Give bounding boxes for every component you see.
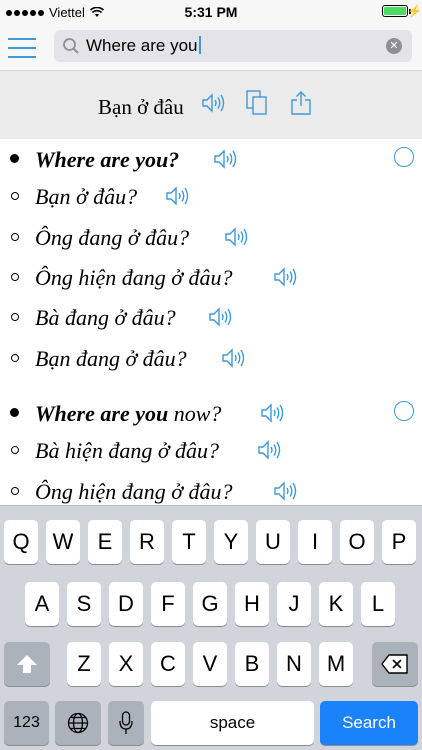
key-s[interactable]: S <box>67 582 101 626</box>
bullet-icon <box>11 313 19 321</box>
key-z[interactable]: Z <box>67 642 101 686</box>
key-a[interactable]: A <box>25 582 59 626</box>
speaker-icon[interactable] <box>257 440 281 460</box>
speaker-icon[interactable] <box>273 481 297 501</box>
key-t[interactable]: T <box>172 520 206 564</box>
list-item[interactable]: Bà hiện đang ở đâu? <box>0 430 422 470</box>
key-h[interactable]: H <box>235 582 269 626</box>
phrase-text: Bà đang ở đâu? <box>35 305 176 330</box>
status-time: 5:31 PM <box>184 4 238 20</box>
translation-text: Bạn ở đâu <box>98 95 184 119</box>
key-m[interactable]: M <box>319 642 353 686</box>
list-item[interactable]: Ông đang ở đâu? <box>0 217 422 257</box>
charging-icon: ⚡ <box>407 4 422 18</box>
copy-icon[interactable] <box>246 90 268 116</box>
list-item[interactable]: Bà đang ở đâu? <box>0 297 422 337</box>
key-o[interactable]: O <box>340 520 374 564</box>
search-key[interactable]: Search <box>320 701 418 745</box>
battery-icon <box>382 5 411 17</box>
key-w[interactable]: W <box>46 520 80 564</box>
bullet-icon <box>11 233 19 241</box>
key-v[interactable]: V <box>193 642 227 686</box>
bullet-icon <box>11 354 19 362</box>
microphone-icon <box>119 711 133 734</box>
speaker-icon[interactable] <box>260 403 284 423</box>
list-item[interactable]: Where are you now? <box>0 393 422 433</box>
bullet-icon <box>11 192 19 200</box>
search-input[interactable]: Where are you <box>86 36 201 56</box>
search-icon <box>63 38 79 54</box>
select-circle-icon[interactable] <box>394 401 414 421</box>
clear-icon[interactable]: ✕ <box>386 38 402 54</box>
phrase-text: Bạn đang ở đâu? <box>35 346 187 371</box>
key-d[interactable]: D <box>109 582 143 626</box>
phrase-text: Bà hiện đang ở đâu? <box>35 438 220 463</box>
key-k[interactable]: K <box>319 582 353 626</box>
key-g[interactable]: G <box>193 582 227 626</box>
phrase-text: Where are you? <box>35 147 180 172</box>
key-b[interactable]: B <box>235 642 269 686</box>
key-x[interactable]: X <box>109 642 143 686</box>
status-bar: Viettel 5:31 PM ⚡ <box>0 0 422 24</box>
search-box[interactable]: Where are you ✕ <box>54 30 412 62</box>
key-y[interactable]: Y <box>214 520 248 564</box>
globe-key[interactable] <box>55 701 101 745</box>
text-caret <box>198 36 201 54</box>
translation-bar: Bạn ở đâu <box>0 71 422 139</box>
key-u[interactable]: U <box>256 520 290 564</box>
key-e[interactable]: E <box>88 520 122 564</box>
key-j[interactable]: J <box>277 582 311 626</box>
delete-key[interactable] <box>372 642 418 686</box>
space-key[interactable]: space <box>151 701 314 745</box>
phrase-text: Where are you now? <box>35 401 222 426</box>
speaker-icon[interactable] <box>273 267 297 287</box>
phrase-text: Bạn ở đâu? <box>35 184 138 209</box>
bullet-icon <box>10 408 19 417</box>
phrase-text: Ông đang ở đâu? <box>35 225 190 250</box>
shift-key[interactable] <box>4 642 50 686</box>
key-i[interactable]: I <box>298 520 332 564</box>
speaker-icon[interactable] <box>208 307 232 327</box>
key-c[interactable]: C <box>151 642 185 686</box>
menu-icon[interactable] <box>8 37 38 59</box>
key-f[interactable]: F <box>151 582 185 626</box>
key-p[interactable]: P <box>382 520 416 564</box>
key-n[interactable]: N <box>277 642 311 686</box>
phrase-text: Ông hiện đang ở đâu? <box>35 265 233 290</box>
nav-bar: Where are you ✕ <box>0 24 422 71</box>
shift-icon <box>17 655 37 673</box>
speaker-icon[interactable] <box>224 227 248 247</box>
dictation-key[interactable] <box>108 701 144 745</box>
list-item[interactable]: Ông hiện đang ở đâu? <box>0 257 422 297</box>
bullet-icon <box>11 487 19 495</box>
globe-icon <box>67 712 89 734</box>
list-item[interactable]: Bạn ở đâu? <box>0 176 422 216</box>
speaker-icon[interactable] <box>213 149 237 169</box>
keyboard: Q W E R T Y U I O P A S D F G H J K L Z … <box>0 505 422 750</box>
numbers-key[interactable]: 123 <box>4 701 49 745</box>
speaker-icon[interactable] <box>165 186 189 206</box>
backspace-icon <box>381 654 408 674</box>
key-l[interactable]: L <box>361 582 395 626</box>
bullet-icon <box>11 273 19 281</box>
bullet-icon <box>10 154 19 163</box>
list-item[interactable]: Bạn đang ở đâu? <box>0 338 422 378</box>
select-circle-icon[interactable] <box>394 147 414 167</box>
key-q[interactable]: Q <box>4 520 38 564</box>
phrase-text: Ông hiện đang ở đâu? <box>35 479 233 504</box>
speaker-icon[interactable] <box>201 93 225 113</box>
share-icon[interactable] <box>290 90 312 116</box>
bullet-icon <box>11 446 19 454</box>
speaker-icon[interactable] <box>221 348 245 368</box>
list-item[interactable]: Where are you? <box>0 139 422 179</box>
key-r[interactable]: R <box>130 520 164 564</box>
